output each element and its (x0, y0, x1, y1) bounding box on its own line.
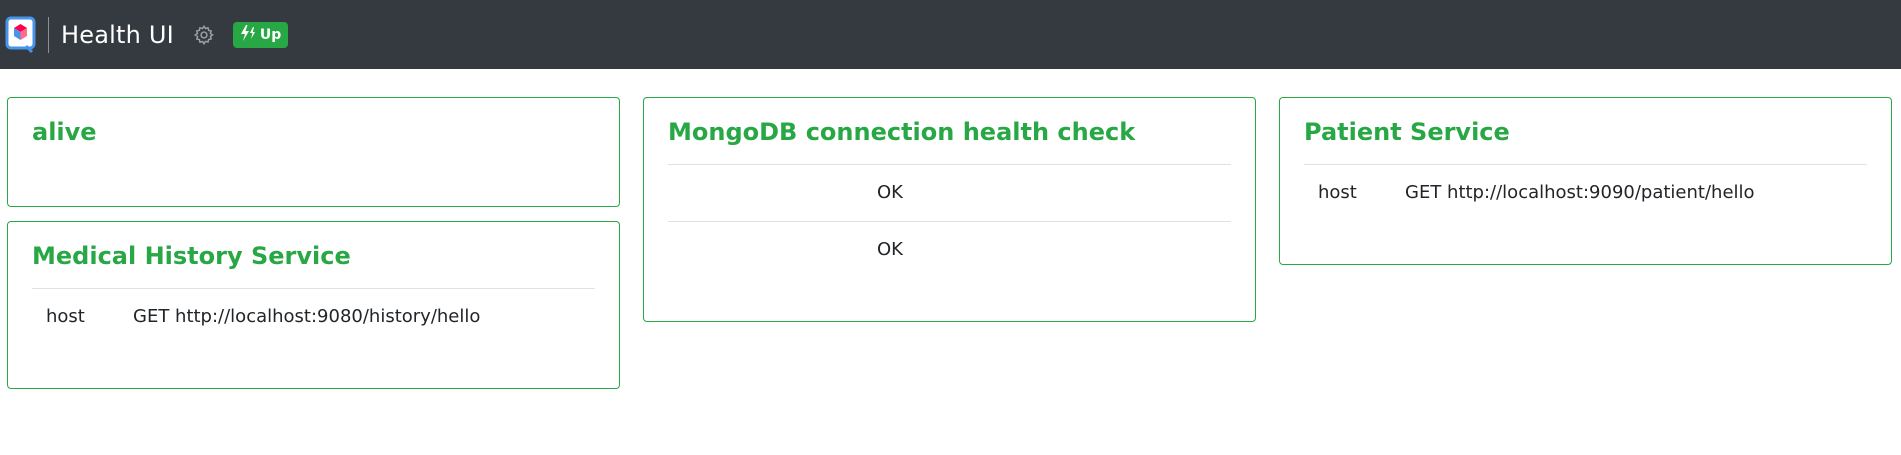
status-badge: Up (232, 21, 289, 48)
top-bar: Health UI Up (0, 0, 1901, 69)
row-divider (668, 221, 1231, 222)
check-key: host (1318, 182, 1357, 203)
card-title: alive (32, 118, 97, 146)
header-divider (48, 16, 49, 53)
card-title: Medical History Service (32, 242, 351, 270)
check-key: host (46, 306, 85, 327)
card-divider (668, 164, 1231, 165)
patient-service-card: Patient Service host GET http://localhos… (1279, 97, 1892, 265)
card-divider (1304, 164, 1867, 165)
alive-card: alive (7, 97, 620, 207)
medical-history-card: Medical History Service host GET http://… (7, 221, 620, 389)
check-value: GET http://localhost:9090/patient/hello (1405, 182, 1755, 203)
app-title: Health UI (61, 20, 174, 49)
status-label: Up (259, 26, 282, 43)
quarkus-logo-icon[interactable] (5, 16, 36, 53)
card-title: Patient Service (1304, 118, 1510, 146)
check-status: OK (877, 182, 903, 203)
gear-icon[interactable] (192, 23, 216, 47)
card-title: MongoDB connection health check (668, 118, 1136, 146)
mongodb-card: MongoDB connection health check OK OK (643, 97, 1256, 322)
check-status: OK (877, 239, 903, 260)
card-divider (32, 288, 595, 289)
bolt-icon (239, 24, 257, 45)
check-value: GET http://localhost:9080/history/hello (133, 306, 481, 327)
